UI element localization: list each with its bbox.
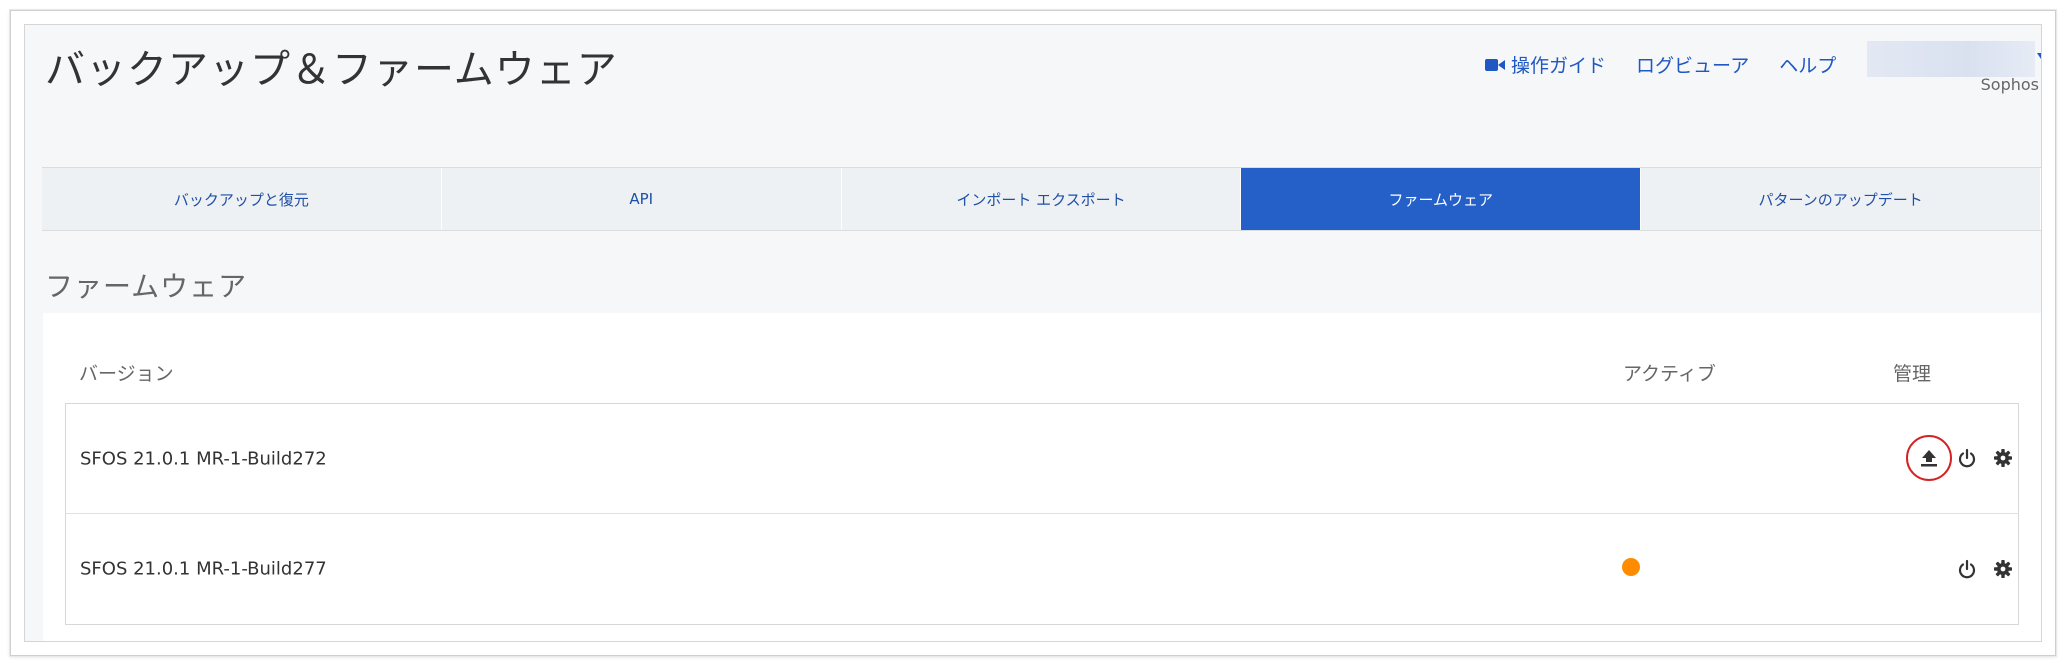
column-header-version: バージョン xyxy=(79,363,174,385)
user-menu-blurred[interactable] xyxy=(1867,41,2035,77)
column-header-active: アクティブ xyxy=(1623,363,1716,385)
firmware-version: SFOS 21.0.1 MR-1-Build272 xyxy=(80,448,327,469)
guide-link[interactable]: 操作ガイド xyxy=(1485,51,1606,78)
top-links: 操作ガイド ログビューア ヘルプ xyxy=(1485,51,1866,78)
table-row: SFOS 21.0.1 MR-1-Build277 xyxy=(66,513,2018,623)
guide-link-label: 操作ガイド xyxy=(1511,55,1607,77)
power-icon[interactable] xyxy=(1954,556,1980,582)
power-icon[interactable] xyxy=(1954,445,1980,471)
table-row: SFOS 21.0.1 MR-1-Build272 xyxy=(66,404,2018,513)
tab-bar: バックアップと復元 API インポート エクスポート ファームウェア パターンの… xyxy=(42,167,2041,231)
app-window: バックアップ＆ファームウェア 操作ガイド ログビューア ヘルプ Sophos バ… xyxy=(24,24,2042,642)
tab-backup-restore[interactable]: バックアップと復元 xyxy=(42,168,442,230)
upload-icon[interactable] xyxy=(1916,445,1942,471)
tab-pattern-update[interactable]: パターンのアップデート xyxy=(1641,168,2041,230)
video-camera-icon xyxy=(1485,58,1505,72)
tab-import-export[interactable]: インポート エクスポート xyxy=(842,168,1242,230)
help-link[interactable]: ヘルプ xyxy=(1779,51,1836,78)
caret-down-icon[interactable] xyxy=(2037,53,2041,59)
tab-firmware[interactable]: ファームウェア xyxy=(1241,168,1642,230)
tab-api[interactable]: API xyxy=(442,168,842,230)
page-title: バックアップ＆ファームウェア xyxy=(45,47,618,93)
gear-icon[interactable] xyxy=(1990,445,2016,471)
active-indicator xyxy=(1622,558,1640,576)
log-viewer-link[interactable]: ログビューア xyxy=(1636,51,1749,78)
org-label: Sophos xyxy=(1980,75,2039,94)
column-header-manage: 管理 xyxy=(1893,363,1932,385)
section-title: ファームウェア xyxy=(45,270,248,303)
firmware-table: SFOS 21.0.1 MR-1-Build272 SFOS 21.0.1 MR… xyxy=(65,403,2019,625)
firmware-panel: バージョン アクティブ 管理 SFOS 21.0.1 MR-1-Build272 xyxy=(43,313,2041,641)
firmware-version: SFOS 21.0.1 MR-1-Build277 xyxy=(80,558,327,579)
gear-icon[interactable] xyxy=(1990,556,2016,582)
